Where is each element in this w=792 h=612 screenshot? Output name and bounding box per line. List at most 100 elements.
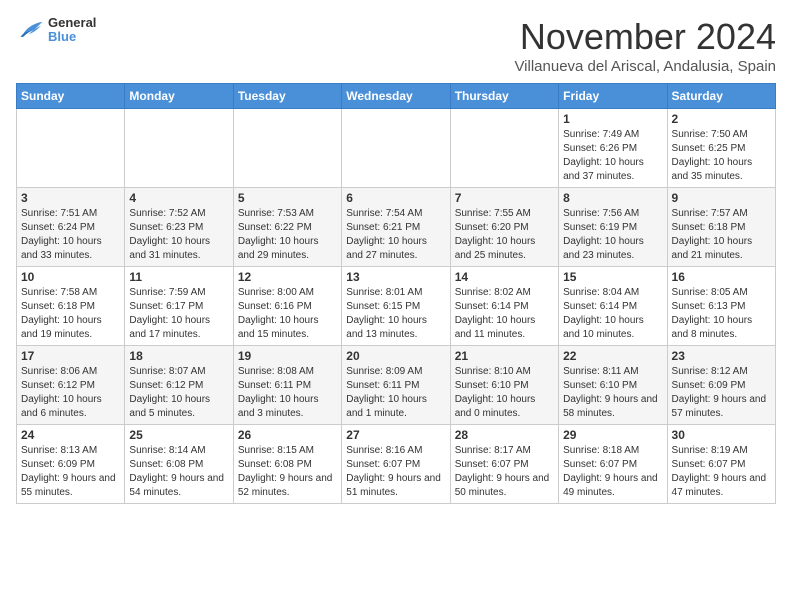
- location-subtitle: Villanueva del Ariscal, Andalusia, Spain: [514, 58, 776, 75]
- day-info: Sunrise: 7:54 AM Sunset: 6:21 PM Dayligh…: [346, 207, 445, 263]
- calendar-cell: [233, 109, 341, 188]
- calendar-cell: 19 Sunrise: 8:08 AM Sunset: 6:11 PM Dayli…: [233, 346, 341, 425]
- day-info: Sunrise: 8:10 AM Sunset: 6:10 PM Dayligh…: [455, 365, 554, 421]
- day-number: 21: [455, 349, 554, 363]
- calendar-cell: 4 Sunrise: 7:52 AM Sunset: 6:23 PM Daylig…: [125, 188, 233, 267]
- day-info: Sunrise: 7:49 AM Sunset: 6:26 PM Dayligh…: [563, 128, 662, 184]
- calendar-cell: 2 Sunrise: 7:50 AM Sunset: 6:25 PM Daylig…: [667, 109, 775, 188]
- day-info: Sunrise: 7:53 AM Sunset: 6:22 PM Dayligh…: [238, 207, 337, 263]
- calendar-cell: 3 Sunrise: 7:51 AM Sunset: 6:24 PM Daylig…: [17, 188, 125, 267]
- day-number: 10: [21, 270, 120, 284]
- day-number: 5: [238, 191, 337, 205]
- calendar-cell: 24 Sunrise: 8:13 AM Sunset: 6:09 PM Dayli…: [17, 425, 125, 504]
- calendar-cell: 15Sunrise: 8:04 AM Sunset: 6:14 PM Dayli…: [559, 267, 667, 346]
- weekday-header-friday: Friday: [559, 84, 667, 109]
- day-info: Sunrise: 8:07 AM Sunset: 6:12 PM Dayligh…: [129, 365, 228, 421]
- day-number: 16: [672, 270, 771, 284]
- day-number: 25: [129, 428, 228, 442]
- calendar-week-4: 17 Sunrise: 8:06 AM Sunset: 6:12 PM Dayli…: [17, 346, 776, 425]
- day-number: 3: [21, 191, 120, 205]
- weekday-header-saturday: Saturday: [667, 84, 775, 109]
- calendar-week-5: 24 Sunrise: 8:13 AM Sunset: 6:09 PM Dayli…: [17, 425, 776, 504]
- day-info: Sunrise: 7:57 AM Sunset: 6:18 PM Dayligh…: [672, 207, 771, 263]
- calendar-cell: 13Sunrise: 8:01 AM Sunset: 6:15 PM Dayli…: [342, 267, 450, 346]
- day-info: Sunrise: 8:08 AM Sunset: 6:11 PM Dayligh…: [238, 365, 337, 421]
- day-info: Sunrise: 8:18 AM Sunset: 6:07 PM Dayligh…: [563, 444, 662, 500]
- day-info: Sunrise: 7:52 AM Sunset: 6:23 PM Dayligh…: [129, 207, 228, 263]
- calendar-cell: 11 Sunrise: 7:59 AM Sunset: 6:17 PM Dayli…: [125, 267, 233, 346]
- weekday-header-row: SundayMondayTuesdayWednesdayThursdayFrid…: [17, 84, 776, 109]
- calendar-cell: 14Sunrise: 8:02 AM Sunset: 6:14 PM Dayli…: [450, 267, 558, 346]
- calendar-cell: 18 Sunrise: 8:07 AM Sunset: 6:12 PM Dayli…: [125, 346, 233, 425]
- day-number: 19: [238, 349, 337, 363]
- day-info: Sunrise: 8:00 AM Sunset: 6:16 PM Dayligh…: [238, 286, 337, 342]
- day-info: Sunrise: 8:15 AM Sunset: 6:08 PM Dayligh…: [238, 444, 337, 500]
- calendar-cell: 22 Sunrise: 8:11 AM Sunset: 6:10 PM Dayli…: [559, 346, 667, 425]
- page-header: General Blue November 2024 Villanueva de…: [16, 16, 776, 75]
- day-info: Sunrise: 8:17 AM Sunset: 6:07 PM Dayligh…: [455, 444, 554, 500]
- day-info: Sunrise: 8:14 AM Sunset: 6:08 PM Dayligh…: [129, 444, 228, 500]
- calendar-cell: 20Sunrise: 8:09 AM Sunset: 6:11 PM Dayli…: [342, 346, 450, 425]
- day-number: 7: [455, 191, 554, 205]
- logo-icon: [16, 19, 44, 41]
- day-info: Sunrise: 7:58 AM Sunset: 6:18 PM Dayligh…: [21, 286, 120, 342]
- day-number: 17: [21, 349, 120, 363]
- day-number: 4: [129, 191, 228, 205]
- calendar-cell: 29 Sunrise: 8:18 AM Sunset: 6:07 PM Dayli…: [559, 425, 667, 504]
- day-info: Sunrise: 8:12 AM Sunset: 6:09 PM Dayligh…: [672, 365, 771, 421]
- day-info: Sunrise: 7:50 AM Sunset: 6:25 PM Dayligh…: [672, 128, 771, 184]
- day-number: 2: [672, 112, 771, 126]
- day-number: 28: [455, 428, 554, 442]
- calendar-cell: 21 Sunrise: 8:10 AM Sunset: 6:10 PM Dayli…: [450, 346, 558, 425]
- day-number: 11: [129, 270, 228, 284]
- logo-blue: Blue: [48, 30, 96, 44]
- day-number: 27: [346, 428, 445, 442]
- calendar-body: 1 Sunrise: 7:49 AM Sunset: 6:26 PM Daylig…: [17, 109, 776, 504]
- calendar-week-3: 10 Sunrise: 7:58 AM Sunset: 6:18 PM Dayli…: [17, 267, 776, 346]
- day-info: Sunrise: 8:01 AM Sunset: 6:15 PM Dayligh…: [346, 286, 445, 342]
- calendar-cell: 30Sunrise: 8:19 AM Sunset: 6:07 PM Dayli…: [667, 425, 775, 504]
- day-info: Sunrise: 8:06 AM Sunset: 6:12 PM Dayligh…: [21, 365, 120, 421]
- day-number: 6: [346, 191, 445, 205]
- calendar-week-1: 1 Sunrise: 7:49 AM Sunset: 6:26 PM Daylig…: [17, 109, 776, 188]
- calendar-cell: 26 Sunrise: 8:15 AM Sunset: 6:08 PM Dayli…: [233, 425, 341, 504]
- day-info: Sunrise: 8:05 AM Sunset: 6:13 PM Dayligh…: [672, 286, 771, 342]
- day-info: Sunrise: 7:51 AM Sunset: 6:24 PM Dayligh…: [21, 207, 120, 263]
- calendar-cell: [17, 109, 125, 188]
- day-info: Sunrise: 7:59 AM Sunset: 6:17 PM Dayligh…: [129, 286, 228, 342]
- calendar-cell: 10 Sunrise: 7:58 AM Sunset: 6:18 PM Dayli…: [17, 267, 125, 346]
- day-number: 18: [129, 349, 228, 363]
- calendar-cell: 8Sunrise: 7:56 AM Sunset: 6:19 PM Daylig…: [559, 188, 667, 267]
- calendar-cell: 16 Sunrise: 8:05 AM Sunset: 6:13 PM Dayli…: [667, 267, 775, 346]
- calendar-cell: 17 Sunrise: 8:06 AM Sunset: 6:12 PM Dayli…: [17, 346, 125, 425]
- day-number: 9: [672, 191, 771, 205]
- calendar-cell: 5 Sunrise: 7:53 AM Sunset: 6:22 PM Daylig…: [233, 188, 341, 267]
- day-info: Sunrise: 8:13 AM Sunset: 6:09 PM Dayligh…: [21, 444, 120, 500]
- day-info: Sunrise: 8:09 AM Sunset: 6:11 PM Dayligh…: [346, 365, 445, 421]
- weekday-header-tuesday: Tuesday: [233, 84, 341, 109]
- logo-general: General: [48, 16, 96, 30]
- day-number: 26: [238, 428, 337, 442]
- day-number: 24: [21, 428, 120, 442]
- calendar-cell: 1 Sunrise: 7:49 AM Sunset: 6:26 PM Daylig…: [559, 109, 667, 188]
- calendar-cell: [342, 109, 450, 188]
- day-number: 8: [563, 191, 662, 205]
- calendar-week-2: 3 Sunrise: 7:51 AM Sunset: 6:24 PM Daylig…: [17, 188, 776, 267]
- calendar-cell: 12Sunrise: 8:00 AM Sunset: 6:16 PM Dayli…: [233, 267, 341, 346]
- day-number: 29: [563, 428, 662, 442]
- day-info: Sunrise: 8:11 AM Sunset: 6:10 PM Dayligh…: [563, 365, 662, 421]
- weekday-header-monday: Monday: [125, 84, 233, 109]
- day-info: Sunrise: 8:16 AM Sunset: 6:07 PM Dayligh…: [346, 444, 445, 500]
- calendar-cell: 27 Sunrise: 8:16 AM Sunset: 6:07 PM Dayli…: [342, 425, 450, 504]
- day-info: Sunrise: 8:04 AM Sunset: 6:14 PM Dayligh…: [563, 286, 662, 342]
- weekday-header-wednesday: Wednesday: [342, 84, 450, 109]
- day-number: 22: [563, 349, 662, 363]
- day-number: 1: [563, 112, 662, 126]
- calendar-cell: [125, 109, 233, 188]
- calendar-cell: [450, 109, 558, 188]
- day-number: 14: [455, 270, 554, 284]
- calendar-cell: 28 Sunrise: 8:17 AM Sunset: 6:07 PM Dayli…: [450, 425, 558, 504]
- weekday-header-thursday: Thursday: [450, 84, 558, 109]
- calendar-cell: 25 Sunrise: 8:14 AM Sunset: 6:08 PM Dayli…: [125, 425, 233, 504]
- weekday-header-sunday: Sunday: [17, 84, 125, 109]
